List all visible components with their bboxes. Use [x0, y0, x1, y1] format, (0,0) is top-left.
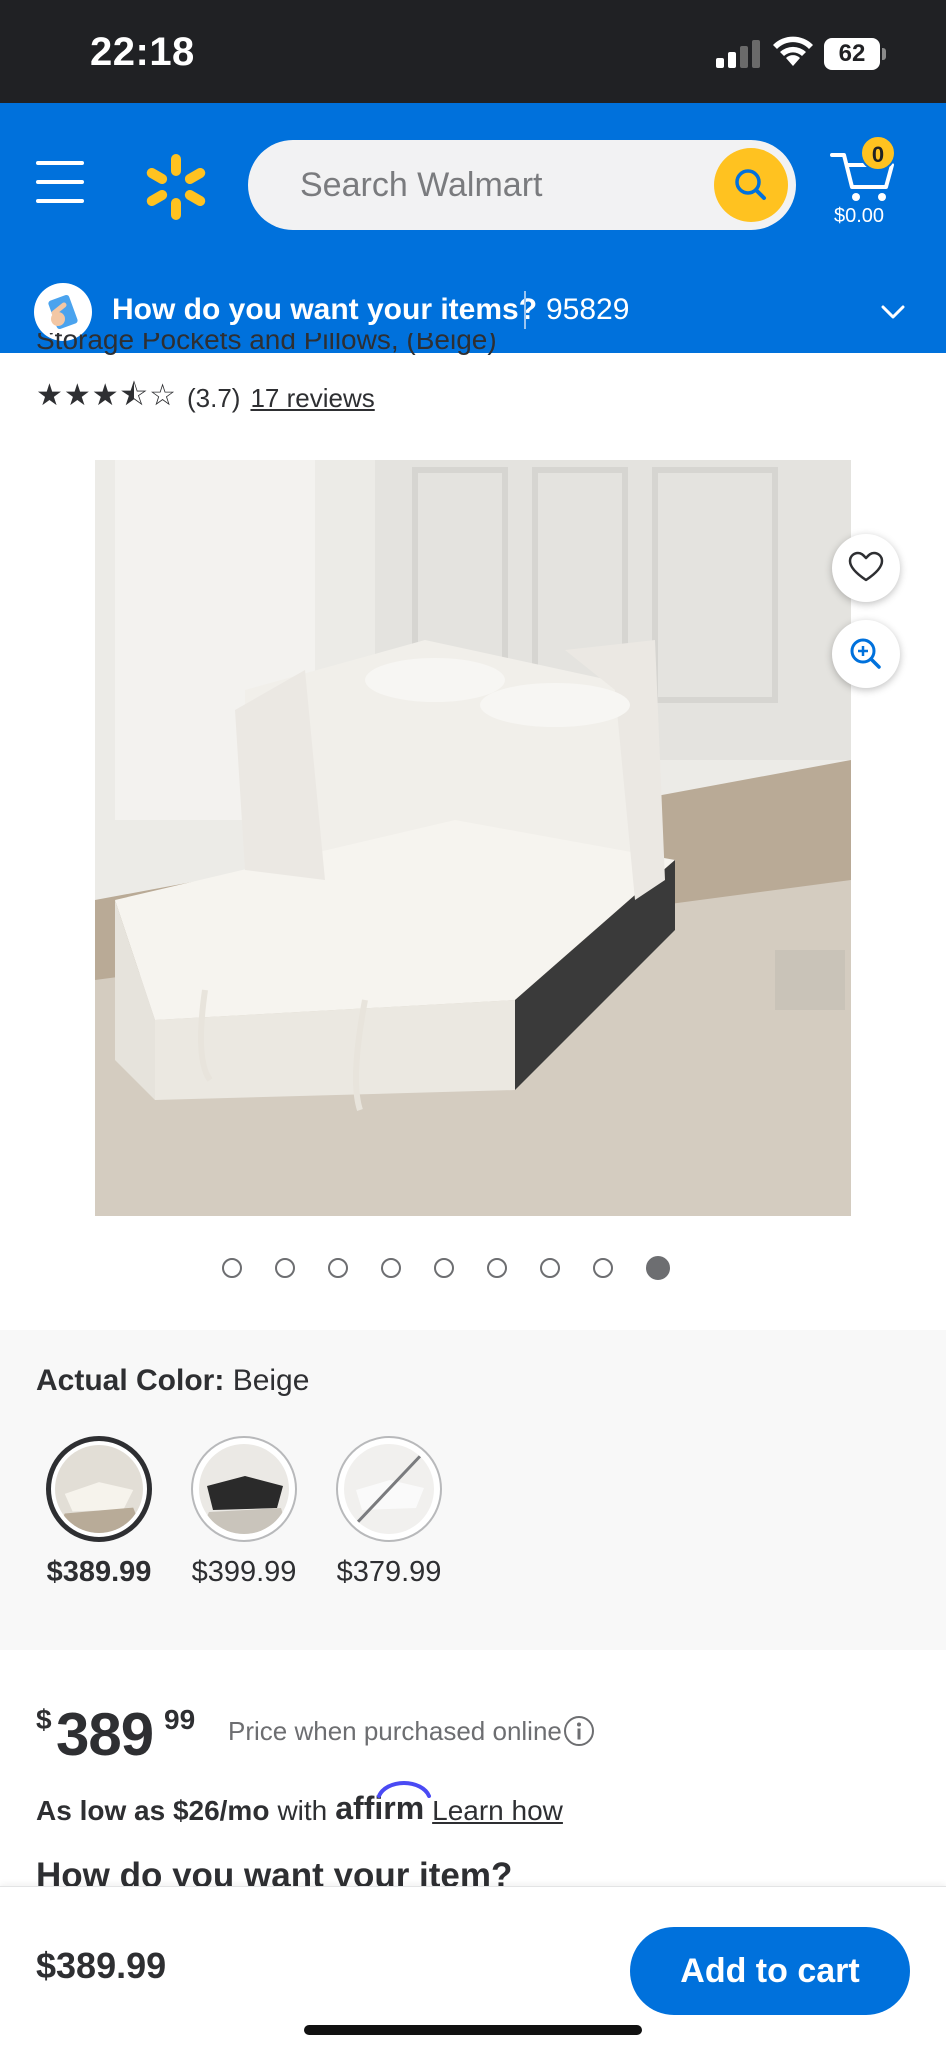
reviews-link[interactable]: 17 reviews: [250, 383, 374, 414]
cart-total: $0.00: [834, 205, 885, 227]
home-indicator[interactable]: [304, 2025, 642, 2035]
zip-code: 95829: [546, 293, 630, 326]
color-variants-section: Actual Color: Beige $389.99 $399.99 $379…: [0, 1330, 946, 1650]
cellular-signal-icon: [716, 40, 760, 68]
swatch-price: $379.99: [336, 1556, 442, 1588]
affirm-with: with: [277, 1795, 328, 1826]
wifi-icon: [773, 36, 813, 66]
sticky-bottom-bar: $389.99 Add to cart: [0, 1886, 946, 2048]
search-icon: [735, 169, 766, 200]
price-whole: 389: [56, 1701, 154, 1768]
carousel-dot[interactable]: [487, 1258, 507, 1278]
cart-count-badge: 0: [860, 135, 896, 171]
search-input[interactable]: [300, 162, 690, 208]
status-bar: 22:18 62: [0, 0, 946, 103]
image-carousel-dots: [222, 1256, 703, 1282]
affirm-monthly: As low as $26/mo: [36, 1795, 270, 1826]
fulfillment-section-heading: How do you want your item?: [36, 1856, 513, 1888]
carousel-dot[interactable]: [593, 1258, 613, 1278]
carousel-dot-active[interactable]: [646, 1256, 670, 1280]
favorite-button[interactable]: [832, 534, 900, 602]
affirm-financing: As low as $26/mo with affirm Learn how: [36, 1780, 563, 1827]
battery-level: 62: [824, 38, 880, 70]
carousel-dot[interactable]: [434, 1258, 454, 1278]
chevron-down-icon: [881, 305, 905, 319]
walmart-spark-logo[interactable]: [140, 151, 212, 223]
carousel-dot[interactable]: [381, 1258, 401, 1278]
product-title-fragment: Storage Pockets and Pillows, (Beige): [36, 333, 497, 355]
info-icon[interactable]: [562, 1714, 596, 1748]
actual-color: Actual Color: Beige: [36, 1364, 309, 1398]
search-button[interactable]: [714, 148, 788, 222]
status-time: 22:18: [90, 30, 195, 74]
fulfillment-prompt: How do you want your items?: [112, 293, 538, 326]
rating-value: (3.7): [187, 382, 241, 413]
zoom-button[interactable]: [832, 620, 900, 688]
color-swatch-white-unavailable[interactable]: $379.99: [336, 1436, 442, 1589]
swatch-price: $399.99: [191, 1556, 297, 1588]
price-note: Price when purchased online: [228, 1716, 562, 1746]
swatch-price: $389.99: [46, 1556, 152, 1588]
search-bar: [248, 140, 796, 230]
battery-icon: 62: [824, 38, 886, 70]
swatch-thumbnail: [336, 1436, 442, 1542]
affirm-logo: affirm: [335, 1780, 432, 1827]
carousel-dot[interactable]: [540, 1258, 560, 1278]
heart-icon: [848, 551, 884, 582]
actual-color-value: Beige: [232, 1364, 310, 1397]
cart-button[interactable]: 0 $0.00: [828, 135, 908, 231]
affirm-arc-icon: [377, 1780, 432, 1798]
color-swatch-black[interactable]: $399.99: [191, 1436, 297, 1589]
carousel-dot[interactable]: [222, 1258, 242, 1278]
carousel-dot[interactable]: [275, 1258, 295, 1278]
learn-how-link[interactable]: Learn how: [432, 1795, 563, 1827]
add-to-cart-button[interactable]: Add to cart: [630, 1927, 910, 2015]
color-swatch-beige[interactable]: $389.99: [46, 1436, 152, 1589]
carousel-dot[interactable]: [328, 1258, 348, 1278]
app-header: 0 $0.00 How do you want your items? 9582…: [0, 103, 946, 353]
divider: [524, 291, 526, 329]
product-image[interactable]: [95, 460, 851, 1216]
swatch-thumbnail: [46, 1436, 152, 1542]
price-cents: 99: [164, 1704, 196, 1735]
rating-row[interactable]: ★★★⯪☆ (3.7) 17 reviews: [36, 378, 375, 418]
swatch-thumbnail: [191, 1436, 297, 1542]
bottom-price: $389.99: [36, 1945, 167, 1986]
actual-color-label: Actual Color:: [36, 1364, 225, 1397]
star-rating-icon: ★★★⯪☆: [36, 378, 177, 412]
menu-icon[interactable]: [36, 161, 86, 205]
price-currency: $: [36, 1704, 52, 1735]
zoom-in-icon: [850, 638, 881, 669]
